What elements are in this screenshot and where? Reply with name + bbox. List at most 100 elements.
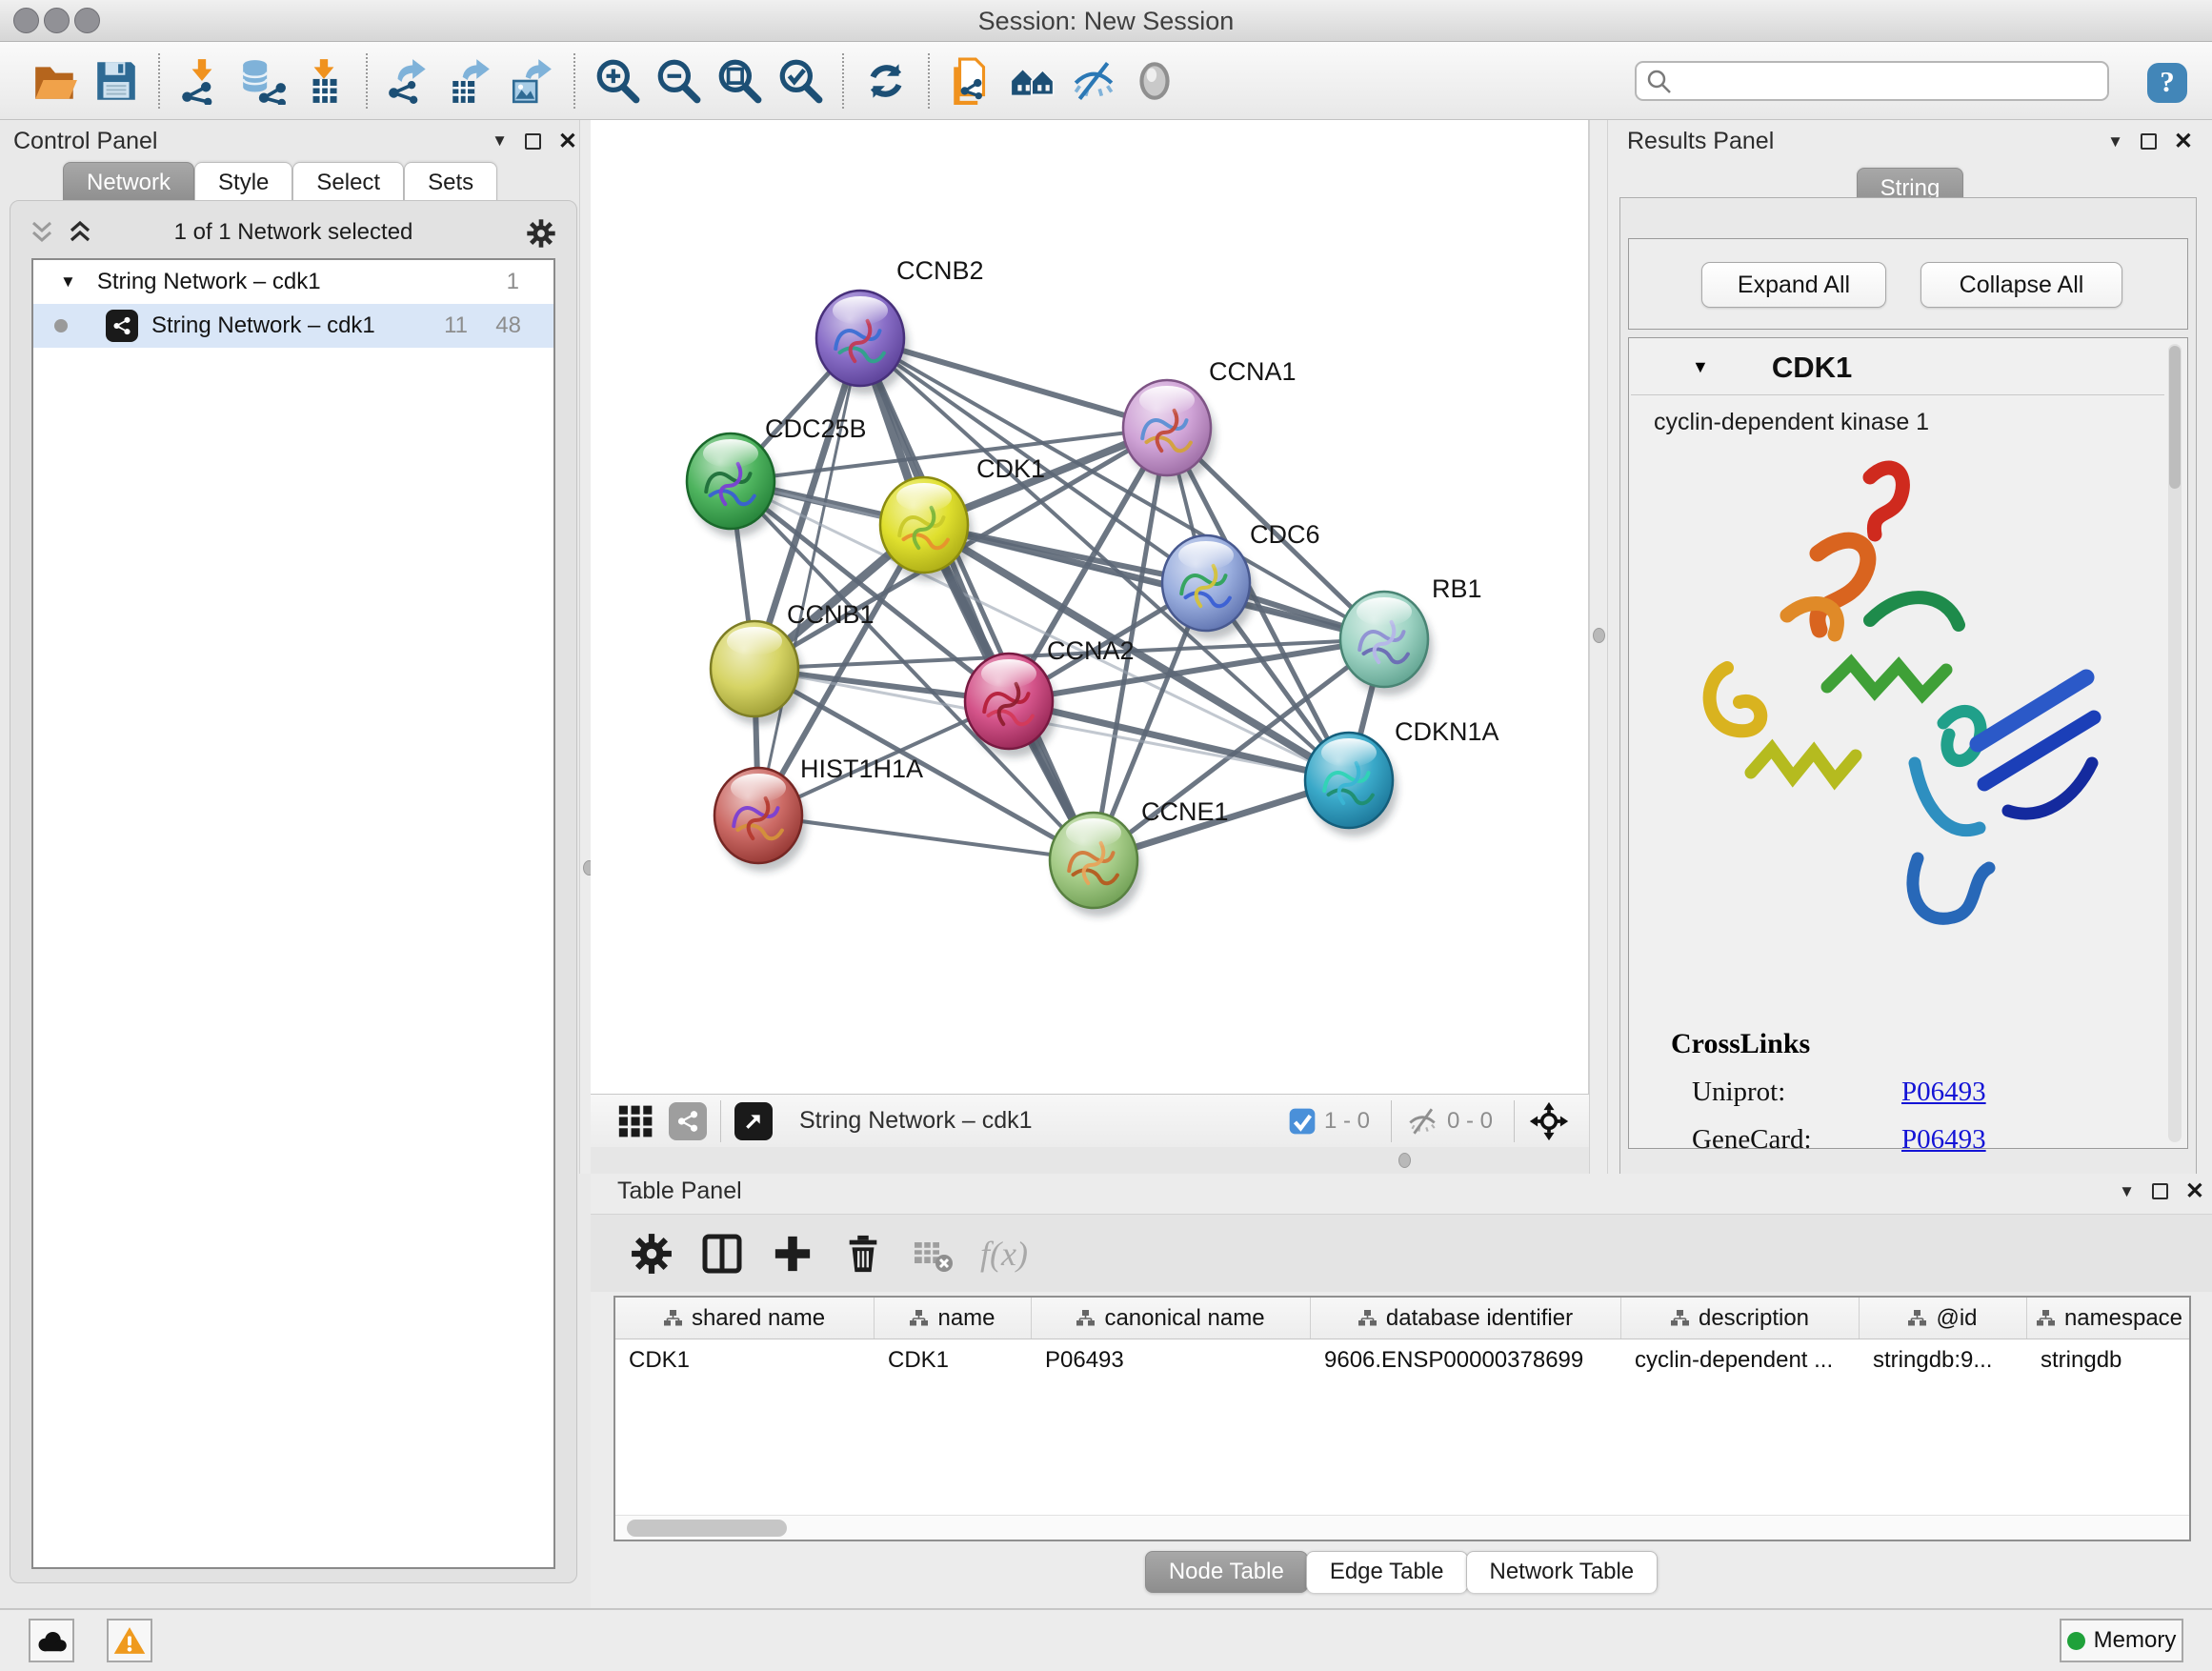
splitter-handle[interactable] (1398, 1153, 1411, 1168)
export-image-icon (508, 57, 555, 105)
export-network-icon (386, 57, 433, 105)
table-cell[interactable]: CDK1 (875, 1347, 1032, 1374)
export-table-button[interactable] (444, 54, 497, 108)
delete-column-button[interactable] (835, 1225, 892, 1282)
network-canvas[interactable]: CCNB2CCNA1CDC25BCDK1CDC6RB1CCNB1CCNA2CDK… (591, 120, 1589, 1094)
column-header-description[interactable]: description (1621, 1298, 1860, 1339)
help-button[interactable]: ? (2147, 63, 2187, 103)
show-all-button[interactable] (1128, 54, 1181, 108)
node-cdkn1a[interactable]: CDKN1A (1305, 717, 1499, 836)
table-cell[interactable]: P06493 (1032, 1347, 1311, 1374)
columns-icon (701, 1233, 743, 1275)
panel-close-icon[interactable]: ✕ (558, 128, 577, 155)
attribute-type-icon (1671, 1310, 1689, 1326)
gene-section-header[interactable]: ▼ CDK1 (1631, 340, 2164, 395)
panel-menu-icon[interactable]: ▼ (2119, 1182, 2135, 1201)
node-ccne1[interactable]: CCNE1 (1050, 797, 1229, 916)
tree-expander-icon[interactable]: ▼ (60, 272, 76, 292)
collection-label: String Network – cdk1 (97, 269, 321, 295)
divider-handle[interactable] (1593, 628, 1605, 643)
edge-CCNB2-HIST1H1A[interactable] (758, 338, 860, 815)
column-header-database-identifier[interactable]: database identifier (1311, 1298, 1621, 1339)
panel-float-icon[interactable] (2141, 133, 2157, 150)
node-ccnb2[interactable]: CCNB2 (816, 256, 984, 394)
save-session-button[interactable] (90, 54, 143, 108)
crosslink-value-link[interactable]: P06493 (1901, 1124, 1986, 1156)
column-header-shared-name[interactable]: shared name (615, 1298, 875, 1339)
node-ccna1[interactable]: CCNA1 (1123, 357, 1297, 484)
table-cell[interactable]: stringdb:9... (1860, 1347, 2027, 1374)
network-row-selected[interactable]: String Network – cdk1 11 48 (33, 304, 553, 348)
node-label: CDC25B (765, 414, 867, 443)
tab-sets[interactable]: Sets (404, 162, 497, 204)
network-collection-row[interactable]: ▼ String Network – cdk1 1 (33, 260, 553, 304)
column-header-name[interactable]: name (875, 1298, 1032, 1339)
zoom-in-button[interactable] (591, 54, 644, 108)
zoom-selected-button[interactable] (774, 54, 827, 108)
cloud-status-button[interactable] (29, 1619, 74, 1662)
edge-HIST1H1A-CCNE1[interactable] (758, 815, 1094, 860)
string-results-box: Expand All Collapse All ▼ CDK1 cyclin-de… (1619, 197, 2197, 1278)
right-panel-divider[interactable] (1589, 120, 1608, 1174)
scrollbar-thumb[interactable] (2169, 346, 2181, 489)
column-header-id[interactable]: @id (1860, 1298, 2027, 1339)
export-image-button[interactable] (505, 54, 558, 108)
panel-float-icon[interactable] (2152, 1183, 2168, 1199)
tab-style[interactable]: Style (194, 162, 292, 204)
panel-menu-icon[interactable]: ▼ (492, 131, 508, 151)
network-from-selection-button[interactable] (945, 54, 998, 108)
tab-select[interactable]: Select (292, 162, 404, 204)
panel-close-icon[interactable]: ✕ (2185, 1178, 2204, 1205)
table-cell[interactable]: CDK1 (615, 1347, 875, 1374)
import-network-from-database-button[interactable] (236, 54, 290, 108)
crosslink-value-link[interactable]: P06493 (1901, 1077, 1986, 1108)
apply-layout-button[interactable] (859, 54, 913, 108)
tab-edge-table[interactable]: Edge Table (1306, 1551, 1468, 1593)
node-cdc6[interactable]: CDC6 (1162, 520, 1320, 639)
table-row[interactable]: CDK1CDK1P064939606.ENSP00000378699cyclin… (615, 1339, 2189, 1381)
search-input[interactable] (1635, 61, 2109, 101)
zoom-out-button[interactable] (652, 54, 705, 108)
results-scrollbar[interactable] (2168, 344, 2182, 1142)
panel-close-icon[interactable]: ✕ (2174, 128, 2193, 155)
warnings-button[interactable] (107, 1619, 152, 1662)
gear-icon[interactable] (525, 217, 557, 250)
string-app-icon[interactable] (669, 1102, 707, 1140)
show-columns-button[interactable] (694, 1225, 751, 1282)
node-hist1h1a[interactable]: HIST1H1A (714, 755, 923, 872)
table-settings-button[interactable] (623, 1225, 680, 1282)
open-session-button[interactable] (29, 54, 82, 108)
node-rb1[interactable]: RB1 (1340, 574, 1482, 695)
expand-all-button[interactable]: Expand All (1701, 262, 1886, 308)
section-expander-icon[interactable]: ▼ (1692, 357, 1709, 377)
horizontal-splitter[interactable] (591, 1147, 1589, 1174)
zoom-fit-button[interactable] (713, 54, 766, 108)
pan-crosshair-icon[interactable] (1528, 1100, 1570, 1142)
open-in-window-icon[interactable] (734, 1102, 773, 1140)
hscroll-thumb[interactable] (627, 1520, 787, 1537)
tab-node-table[interactable]: Node Table (1145, 1551, 1308, 1593)
selected-nodes-checkbox[interactable] (1288, 1107, 1317, 1136)
toolbar-separator (842, 53, 844, 109)
table-cell[interactable]: 9606.ENSP00000378699 (1311, 1347, 1621, 1374)
column-header-canonical-name[interactable]: canonical name (1032, 1298, 1311, 1339)
table-cell[interactable]: stringdb (2027, 1347, 2191, 1374)
collapse-all-button[interactable]: Collapse All (1920, 262, 2122, 308)
panel-float-icon[interactable] (525, 133, 541, 150)
open-folder-icon (31, 57, 79, 105)
tab-network[interactable]: Network (63, 162, 194, 204)
first-neighbors-button[interactable] (1006, 54, 1059, 108)
table-hscrollbar[interactable] (615, 1515, 2189, 1540)
tab-network-table[interactable]: Network Table (1466, 1551, 1659, 1593)
table-cell[interactable]: cyclin-dependent ... (1621, 1347, 1860, 1374)
node-label: RB1 (1432, 574, 1482, 603)
memory-button[interactable]: Memory (2060, 1619, 2183, 1662)
add-column-button[interactable] (764, 1225, 821, 1282)
hide-selected-button[interactable] (1067, 54, 1120, 108)
export-network-button[interactable] (383, 54, 436, 108)
import-network-button[interactable] (175, 54, 229, 108)
birdseye-view-icon[interactable] (617, 1102, 655, 1140)
import-table-button[interactable] (297, 54, 351, 108)
column-header-namespace[interactable]: namespace (2027, 1298, 2191, 1339)
panel-menu-icon[interactable]: ▼ (2107, 132, 2123, 151)
